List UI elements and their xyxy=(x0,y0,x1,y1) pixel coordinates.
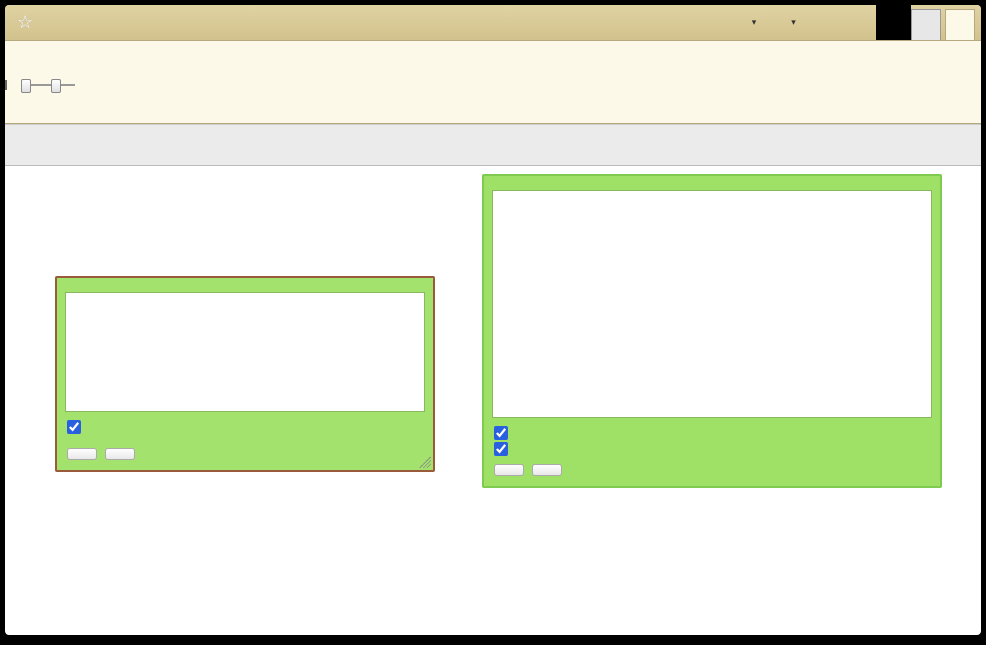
top-toolbar: ☆ ▾ ▾ xyxy=(5,5,981,41)
comment-buttons xyxy=(484,462,940,486)
enable-markdown-checkbox[interactable] xyxy=(494,442,930,456)
comment-textarea[interactable] xyxy=(65,292,425,412)
close-menu[interactable]: ▾ xyxy=(731,5,771,40)
view-mode-bar xyxy=(5,124,981,166)
toolbar-spacer xyxy=(39,5,731,40)
comment-options xyxy=(484,424,940,462)
revision-slider-row xyxy=(19,75,967,87)
tab-file[interactable] xyxy=(945,9,975,40)
slider-handle-1[interactable] xyxy=(21,79,31,93)
resize-grip-icon[interactable] xyxy=(419,456,431,468)
comment-box-left xyxy=(55,276,435,472)
slider-handle-2[interactable] xyxy=(51,79,61,93)
comment-buttons xyxy=(57,446,433,470)
open-issue-checkbox[interactable] xyxy=(494,426,930,440)
open-issue-input[interactable] xyxy=(494,426,508,440)
app-window: ☆ ▾ ▾ xyxy=(5,5,981,635)
comment-header xyxy=(484,176,940,188)
shipit-button[interactable] xyxy=(839,5,868,40)
update-menu[interactable]: ▾ xyxy=(770,5,810,40)
diff-content xyxy=(5,166,981,596)
save-button[interactable] xyxy=(67,448,97,460)
cancel-button[interactable] xyxy=(105,448,135,460)
cancel-button[interactable] xyxy=(532,464,562,476)
slider-tick-start xyxy=(5,80,7,90)
review-button[interactable] xyxy=(810,5,839,40)
open-issue-input[interactable] xyxy=(67,420,81,434)
star-icon[interactable]: ☆ xyxy=(11,5,39,40)
tab-reviews[interactable] xyxy=(911,9,941,40)
revision-slider[interactable] xyxy=(23,78,75,90)
comment-box-right xyxy=(482,174,942,488)
dark-separator xyxy=(876,5,911,40)
revision-notice-area xyxy=(5,41,981,124)
caret-down-icon: ▾ xyxy=(791,17,796,28)
comment-textarea[interactable] xyxy=(492,190,932,418)
caret-down-icon: ▾ xyxy=(752,17,757,28)
open-issue-checkbox[interactable] xyxy=(67,420,423,434)
save-button[interactable] xyxy=(494,464,524,476)
comment-options xyxy=(57,418,433,440)
enable-markdown-input[interactable] xyxy=(494,442,508,456)
comment-header xyxy=(57,278,433,290)
